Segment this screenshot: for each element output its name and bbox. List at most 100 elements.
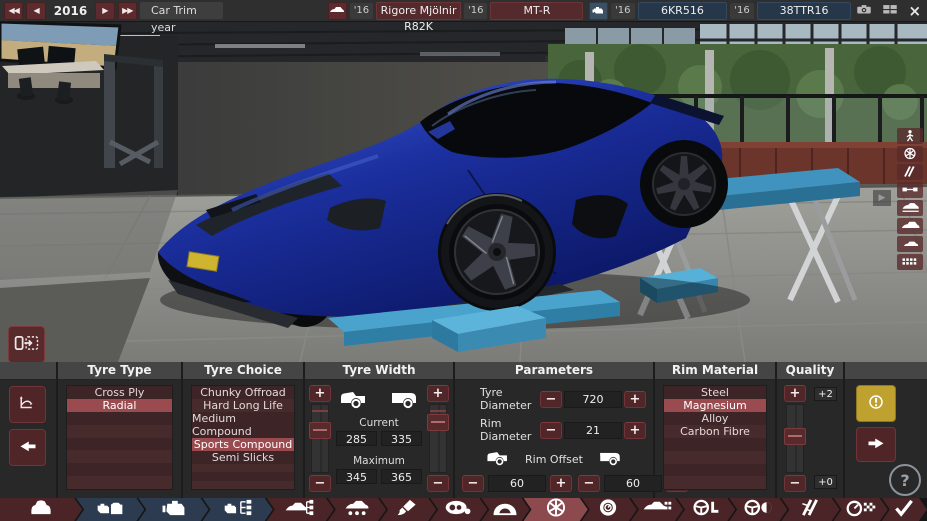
arrow-left-icon — [16, 434, 40, 462]
viewport-tool-car-body-button[interactable] — [897, 218, 923, 234]
screenshot-button[interactable] — [854, 3, 874, 19]
tyre-choice-option[interactable]: Medium Compound — [192, 412, 294, 438]
front-width-minus-button[interactable]: − — [309, 475, 331, 492]
viewport-tool-fence-button[interactable] — [897, 254, 923, 270]
rim-material-option[interactable]: Steel — [664, 386, 766, 399]
viewport-tool-car-small-button[interactable] — [897, 236, 923, 252]
tyre-diameter-minus-button[interactable]: − — [540, 391, 562, 408]
panel-toggle-button[interactable] — [8, 326, 45, 362]
tab-suspension[interactable] — [781, 498, 839, 521]
rim-material-section: Rim Material SteelMagnesiumAlloyCarbon F… — [655, 362, 775, 498]
rim-material-empty-row — [664, 464, 766, 477]
engine-variant-field[interactable]: 38TTR16 — [757, 2, 852, 20]
tab-drivetrain[interactable] — [729, 498, 787, 521]
engine-big-icon — [156, 498, 190, 521]
rim-material-option[interactable]: Carbon Fibre — [664, 425, 766, 438]
tab-summary[interactable] — [882, 498, 927, 521]
layout-grid-icon — [881, 1, 899, 20]
rear-offset-value: 60 — [604, 475, 662, 492]
viewport-tool-axle-button[interactable] — [897, 182, 923, 198]
trim-year-label: Car Trim year — [140, 2, 223, 19]
quality-slider-track[interactable] — [786, 404, 804, 473]
parameters-section: Parameters Tyre Diameter − 720 + Rim Dia… — [455, 362, 653, 498]
help-button[interactable]: ? — [889, 464, 921, 496]
next-step-button[interactable] — [856, 427, 896, 462]
rim-diameter-minus-button[interactable]: − — [540, 422, 562, 439]
trim-year-chip: '16 — [464, 3, 487, 19]
tab-testing[interactable] — [834, 498, 888, 521]
tab-aero[interactable] — [631, 498, 683, 521]
tyre-type-empty-row — [67, 450, 172, 463]
rim-material-option[interactable]: Alloy — [664, 412, 766, 425]
tab-wheel-arch[interactable] — [481, 498, 529, 521]
quality-plus-button[interactable]: + — [784, 385, 806, 402]
rear-width-minus-button[interactable]: − — [427, 475, 449, 492]
tyre-type-empty-row — [67, 476, 172, 489]
prev-year-button[interactable]: ◀ — [26, 2, 45, 20]
tyre-choice-option[interactable]: Semi Slicks — [192, 451, 294, 464]
tyre-diameter-label: Tyre Diameter — [462, 386, 540, 412]
front-width-slider-handle[interactable] — [309, 422, 331, 439]
tyre-choice-option[interactable]: Hard Long Life — [192, 399, 294, 412]
maximum-label: Maximum — [353, 455, 405, 467]
quality-slider-handle[interactable] — [784, 428, 806, 445]
tab-brakes[interactable] — [582, 498, 637, 521]
quality-slider: + − — [784, 385, 806, 492]
tab-paint[interactable] — [380, 498, 436, 521]
suspension-icon — [900, 163, 920, 182]
front-width-plus-button[interactable]: + — [309, 385, 331, 402]
show-graphs-button[interactable] — [9, 386, 46, 423]
tab-wheels[interactable] — [524, 498, 588, 521]
tab-engine[interactable] — [138, 498, 208, 521]
tab-body-morph[interactable] — [328, 498, 386, 521]
viewport-3d[interactable]: ▶ — [0, 22, 927, 362]
tyre-type-option[interactable]: Radial — [67, 399, 172, 412]
front-width-slider: + − — [309, 385, 331, 492]
tyre-diameter-plus-button[interactable]: + — [624, 391, 646, 408]
rim-material-option[interactable]: Magnesium — [664, 399, 766, 412]
first-year-button[interactable]: ◀◀ — [4, 2, 23, 20]
tab-engine-variant[interactable] — [203, 498, 273, 521]
front-width-slider-track[interactable] — [311, 404, 329, 473]
trim-year-value: 2016 — [54, 4, 87, 18]
tab-engine-swap[interactable] — [76, 498, 144, 521]
rim-diameter-plus-button[interactable]: + — [624, 422, 646, 439]
viewport-tool-suspension-button[interactable] — [897, 164, 923, 180]
next-year-button[interactable]: ▶ — [95, 2, 114, 20]
trim-name-field[interactable]: MT-R — [490, 2, 583, 20]
back-button[interactable] — [9, 429, 46, 466]
rear-offset-minus-button[interactable]: − — [578, 475, 600, 492]
tyre-choice-option[interactable]: Chunky Offroad — [192, 386, 294, 399]
tab-trim-variant[interactable] — [267, 498, 334, 521]
viewport-tool-car-cover-button[interactable] — [897, 200, 923, 216]
shocks-icon — [793, 498, 827, 521]
warnings-button[interactable] — [856, 385, 896, 422]
designer-tab-bar — [0, 498, 927, 521]
car-aero-icon — [640, 498, 674, 521]
expand-toolbar-button[interactable]: ▶ — [873, 190, 891, 206]
rear-width-plus-button[interactable]: + — [427, 385, 449, 402]
tyre-choice-option[interactable]: Sports Compound — [192, 438, 294, 451]
viewport-tool-walk-button[interactable] — [897, 128, 923, 144]
tyre-type-option[interactable]: Cross Ply — [67, 386, 172, 399]
rear-width-slider-handle[interactable] — [427, 414, 449, 431]
rear-width-slider-track[interactable] — [429, 404, 447, 473]
tab-car-body[interactable] — [0, 498, 82, 521]
engine-family-field[interactable]: 6KR516 — [638, 2, 728, 20]
quality-top-value: +2 — [814, 387, 837, 401]
layout-button[interactable] — [880, 3, 900, 19]
close-button[interactable]: × — [906, 3, 923, 19]
model-name-field[interactable]: Rigore Mjölnir R82K — [376, 2, 461, 20]
tab-fixtures[interactable] — [430, 498, 487, 521]
quality-minus-button[interactable]: − — [784, 475, 806, 492]
viewport-tool-rim-button[interactable] — [897, 146, 923, 162]
engine-badge — [589, 2, 608, 20]
tyre-choice-header: Tyre Choice — [183, 362, 303, 380]
last-year-button[interactable]: ▶▶ — [118, 2, 137, 20]
tab-interior[interactable] — [677, 498, 735, 521]
rear-axle-icon — [597, 448, 623, 470]
car-cover-icon — [900, 199, 920, 218]
front-offset-plus-button[interactable]: + — [550, 475, 572, 492]
front-offset-minus-button[interactable]: − — [462, 475, 484, 492]
tyre-type-empty-row — [67, 412, 172, 425]
